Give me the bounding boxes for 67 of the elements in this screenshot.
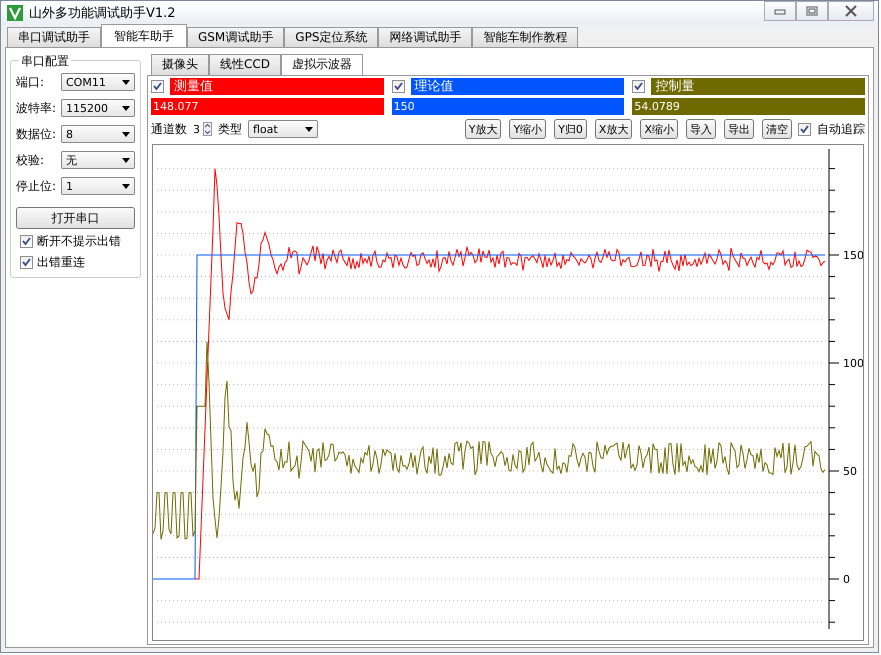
toolbar-button[interactable]: 清空: [762, 119, 792, 139]
toolbar-button[interactable]: Y缩小: [509, 119, 546, 139]
checkbox[interactable]: [392, 80, 405, 93]
checkbox[interactable]: [20, 256, 33, 269]
dropdown[interactable]: 8: [61, 125, 135, 143]
minimize-icon: [774, 7, 786, 15]
close-icon: [844, 5, 858, 17]
type-dropdown[interactable]: float: [248, 120, 318, 138]
caret-icon: [122, 132, 130, 136]
tab[interactable]: 智能车制作教程: [472, 27, 578, 47]
close-button[interactable]: [828, 1, 874, 21]
checkbox-label: 断开不提示出错: [37, 233, 121, 250]
toolbar-button[interactable]: 导出: [724, 119, 754, 139]
field-label: 校验:: [16, 152, 44, 168]
axis-label: 50: [843, 465, 857, 478]
field-label: 停止位:: [16, 178, 56, 194]
tab[interactable]: GSM调试助手: [187, 27, 284, 47]
channel-name-field[interactable]: 理论值: [410, 78, 624, 95]
tab[interactable]: 智能车助手: [101, 24, 187, 47]
dropdown[interactable]: 1: [61, 177, 135, 195]
dropdown[interactable]: 无: [61, 151, 135, 169]
tab[interactable]: 网络调试助手: [378, 27, 472, 47]
caret-icon: [122, 158, 130, 162]
window-title: 山外多功能调试助手V1.2: [29, 5, 176, 22]
tab[interactable]: 虚拟示波器: [281, 54, 363, 75]
dropdown[interactable]: COM11: [61, 73, 135, 91]
toolbar-button[interactable]: Y放大: [464, 119, 502, 139]
channel-count-spinner[interactable]: 3: [193, 122, 212, 136]
checkbox-label: 出错重连: [37, 254, 85, 271]
channel-count-label: 通道数: [151, 120, 187, 138]
axis-label: 0: [843, 573, 850, 586]
field-label: 端口:: [16, 74, 44, 90]
toolbar-button[interactable]: 导入: [686, 119, 716, 139]
field-label: 波特率:: [16, 100, 56, 116]
open-port-button[interactable]: 打开串口: [16, 207, 135, 229]
spinner-arrows-icon: [203, 122, 212, 136]
channel-name-field[interactable]: 测量值: [170, 78, 384, 95]
maximize-icon: [806, 6, 818, 16]
axis-label: 150: [843, 249, 863, 262]
maximize-button[interactable]: [796, 1, 828, 21]
toolbar-button[interactable]: Y归0: [554, 119, 587, 139]
checkbox[interactable]: [632, 80, 646, 93]
caret-icon: [122, 80, 130, 84]
caret-icon: [122, 184, 130, 188]
channel-value-field: 54.0789: [632, 98, 865, 115]
group-title: 串口配置: [19, 53, 71, 70]
tab[interactable]: 串口调试助手: [7, 27, 101, 47]
tab[interactable]: 摄像头: [151, 54, 209, 75]
toolbar-button[interactable]: X放大: [594, 119, 632, 139]
axis-label: 100: [843, 357, 863, 370]
caret-icon: [305, 126, 313, 132]
field-label: 数据位:: [16, 126, 56, 142]
channel-name-field[interactable]: 控制量: [651, 78, 865, 95]
channel-value-field: 148.077: [151, 98, 384, 115]
v-logo-icon: [7, 5, 23, 21]
dropdown[interactable]: 115200: [61, 99, 135, 117]
toolbar-button[interactable]: X缩小: [640, 119, 678, 139]
minimize-button[interactable]: [764, 1, 796, 21]
type-label: 类型: [218, 120, 242, 138]
checkbox[interactable]: [798, 122, 811, 136]
channel-value-field: 150: [392, 98, 624, 115]
checkbox[interactable]: [151, 80, 164, 93]
checkbox-label: 自动追踪: [817, 120, 865, 138]
caret-icon: [122, 106, 130, 110]
tab[interactable]: 线性CCD: [209, 54, 281, 75]
tab[interactable]: GPS定位系统: [284, 27, 378, 47]
checkbox[interactable]: [20, 235, 33, 248]
